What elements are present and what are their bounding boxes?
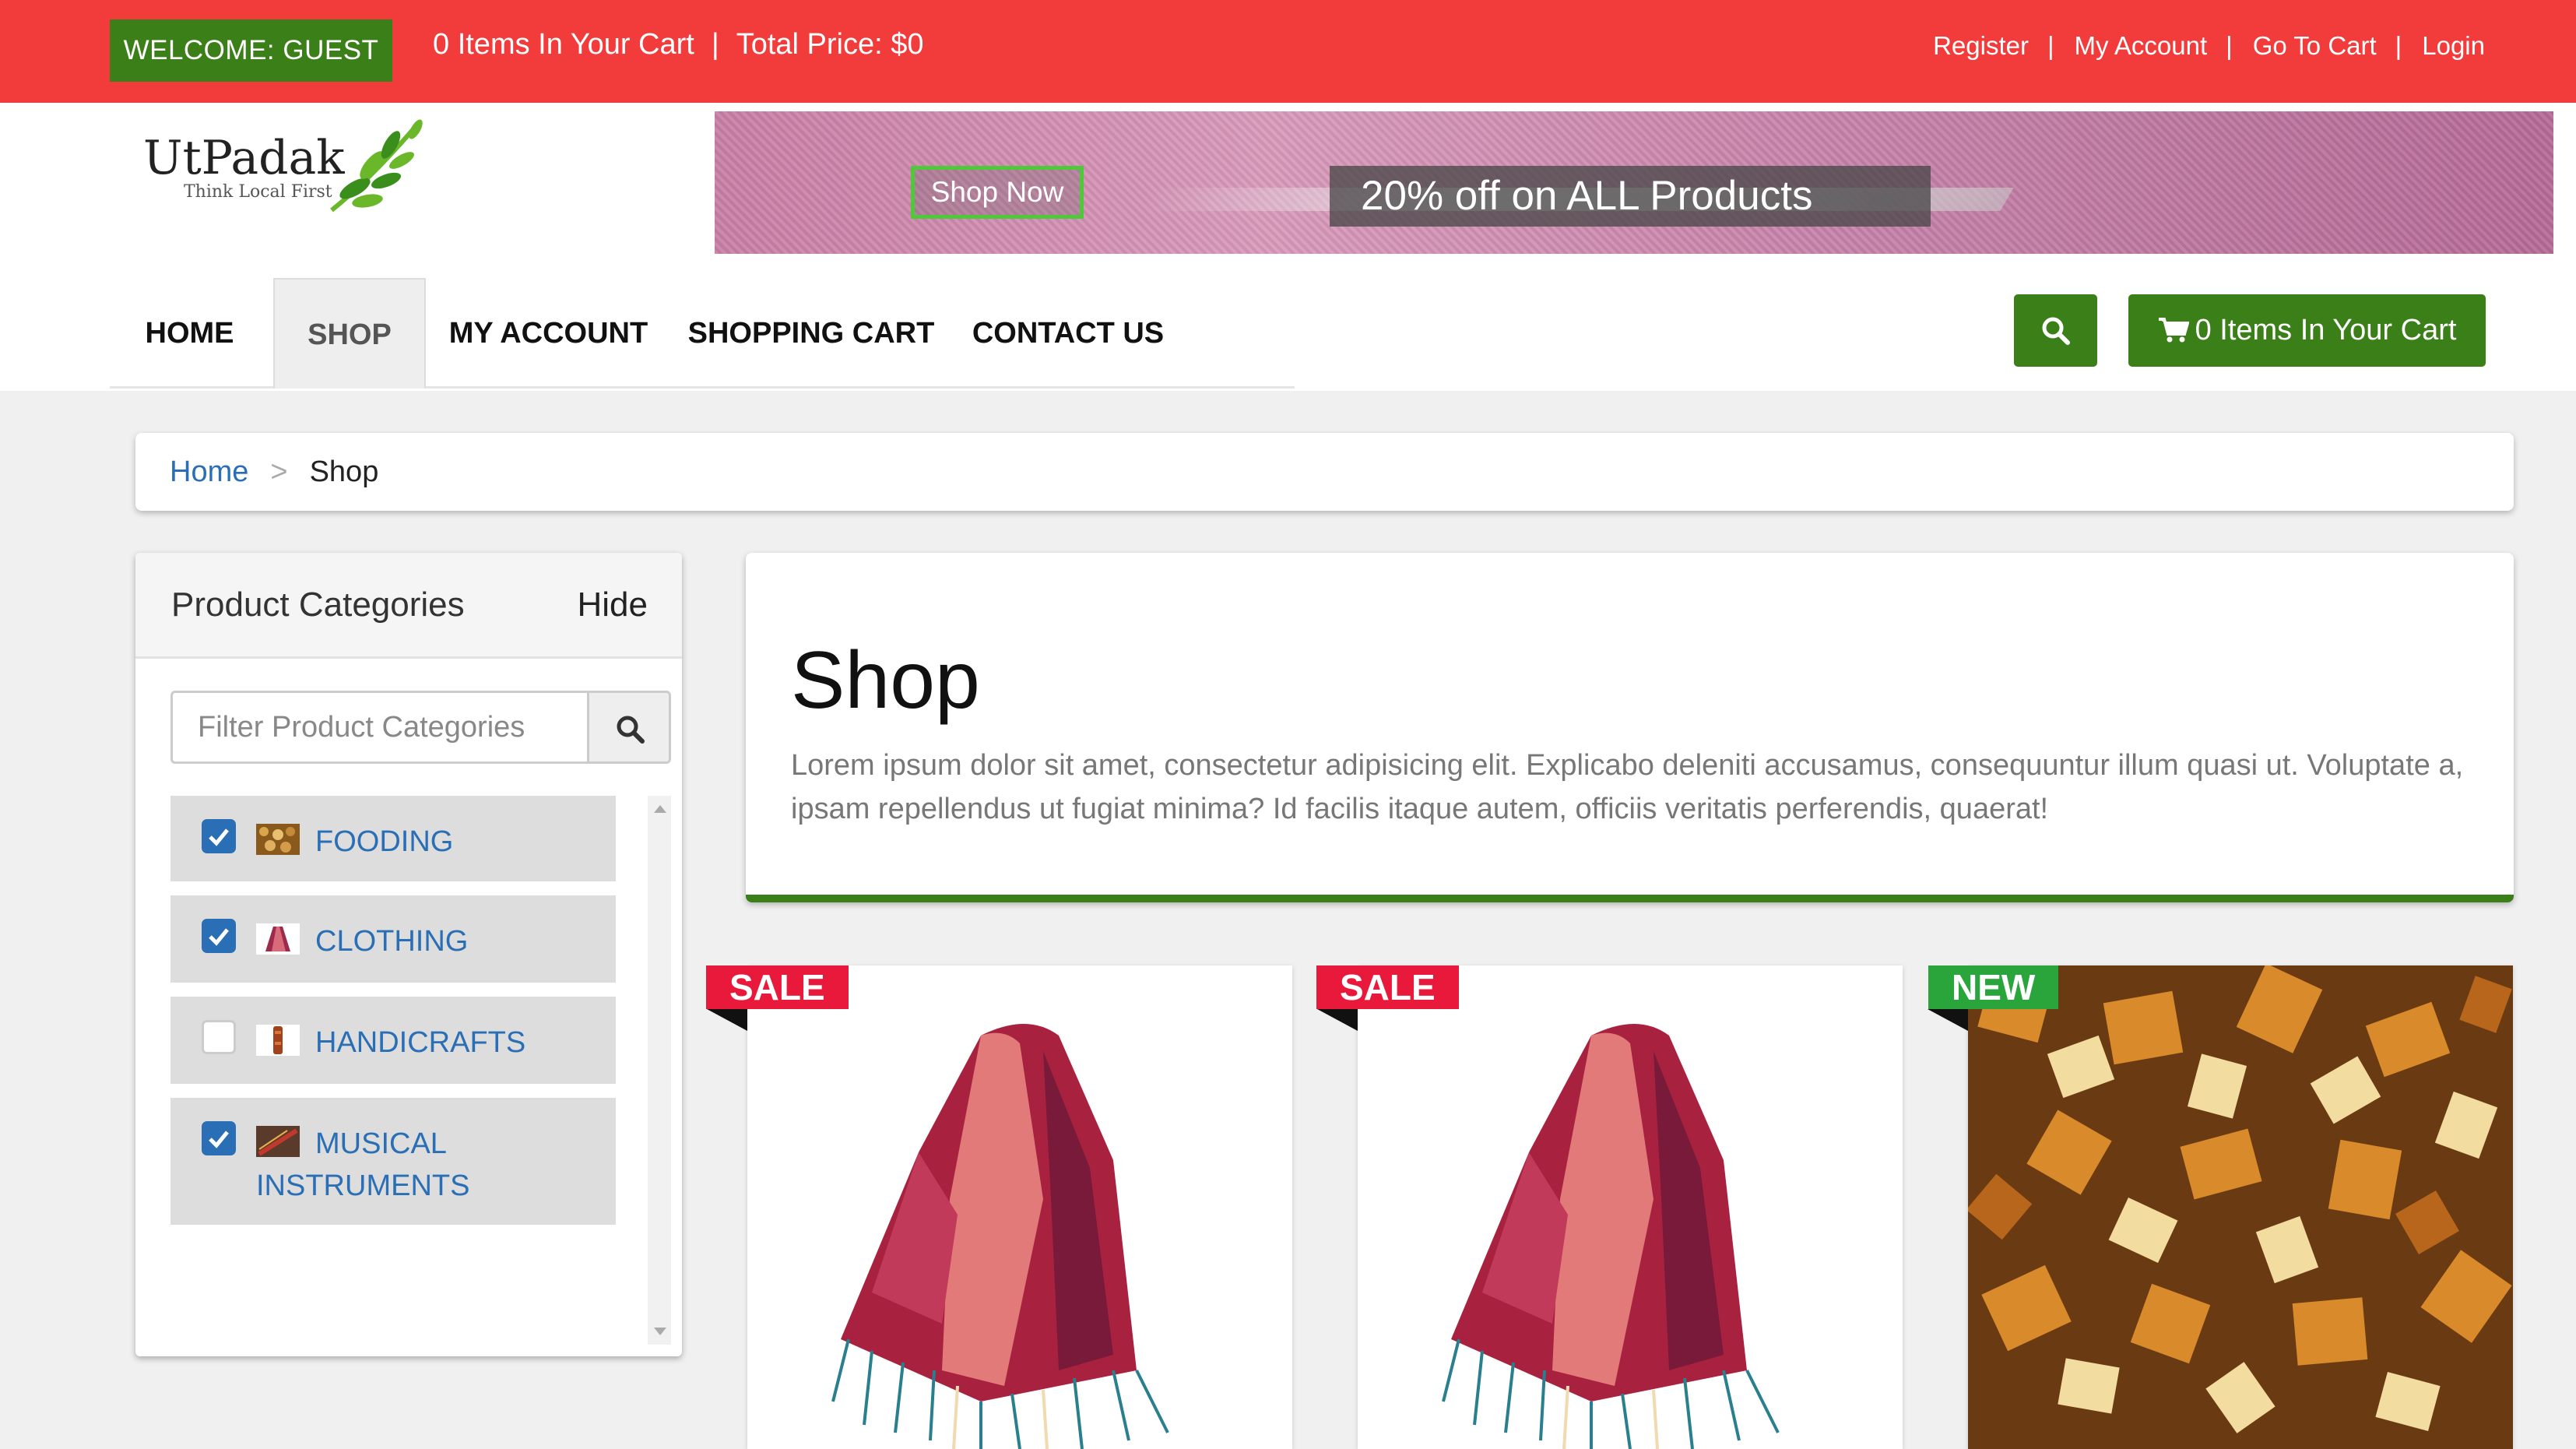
checkmark-icon	[209, 928, 229, 946]
promo-banner[interactable]: Shop Now 20% off on ALL Products	[715, 111, 2553, 254]
product-image-dried-cheese	[1968, 965, 2513, 1449]
page-title: Shop	[791, 635, 980, 726]
divider: |	[711, 28, 719, 61]
category-label: FOODING	[315, 825, 454, 858]
header-cart-button[interactable]: 0 Items In Your Cart	[2128, 294, 2486, 367]
shop-description: Lorem ipsum dolor sit amet, consectetur …	[791, 749, 2464, 825]
clothing-thumbnail	[256, 923, 300, 955]
new-badge: NEW	[1928, 965, 2059, 1009]
category-scrollbar[interactable]	[648, 796, 671, 1345]
category-checkbox[interactable]	[202, 1121, 236, 1155]
welcome-badge: WELCOME: GUEST	[110, 19, 392, 82]
sidebar-header: Product Categories Hide	[135, 553, 682, 659]
category-item-handicrafts[interactable]: HANDICRAFTS	[170, 997, 616, 1084]
breadcrumb-current: Shop	[309, 455, 379, 488]
product-card[interactable]	[1358, 965, 1903, 1449]
breadcrumb: Home > Shop	[135, 433, 2514, 511]
my-account-link[interactable]: My Account	[2075, 31, 2208, 60]
leaf-icon	[330, 119, 423, 213]
site-logo[interactable]: UtPadak Think Local First	[140, 117, 436, 218]
scroll-up-icon[interactable]	[654, 805, 666, 813]
logo-name: UtPadak	[143, 131, 345, 185]
promo-text: 20% off on ALL Products	[1330, 166, 1931, 227]
breadcrumb-home-link[interactable]: Home	[170, 455, 248, 488]
category-checkbox[interactable]	[202, 1020, 236, 1054]
search-icon	[617, 716, 645, 744]
product-card[interactable]	[747, 965, 1292, 1449]
account-links: Register | My Account | Go To Cart | Login	[1933, 31, 2485, 61]
search-icon	[2042, 317, 2070, 345]
category-checkbox[interactable]	[202, 919, 236, 953]
category-filter-input[interactable]	[170, 691, 588, 764]
category-item-fooding[interactable]: FOODING	[170, 796, 616, 881]
product-image-scarf	[1358, 965, 1903, 1449]
fooding-thumbnail	[256, 824, 300, 855]
sidebar-hide-toggle[interactable]: Hide	[578, 586, 648, 624]
sale-badge: SALE	[1316, 965, 1459, 1009]
checkmark-icon	[209, 828, 229, 846]
category-label: MUSICAL INSTRUMENTS	[256, 1123, 568, 1207]
main-nav: HOME SHOP MY ACCOUNT SHOPPING CART CONTA…	[110, 278, 1295, 389]
divider: |	[2395, 31, 2402, 60]
login-link[interactable]: Login	[2422, 31, 2485, 60]
badge-fold	[1317, 1009, 1358, 1031]
nav-my-account[interactable]: MY ACCOUNT	[426, 278, 671, 389]
category-label: CLOTHING	[315, 925, 469, 958]
total-price: Total Price: $0	[736, 28, 924, 61]
badge-fold	[1928, 1009, 1968, 1031]
divider: |	[2226, 31, 2233, 60]
category-sidebar: Product Categories Hide FOODING	[135, 553, 682, 1356]
shop-intro-panel: Shop Lorem ipsum dolor sit amet, consect…	[746, 553, 2514, 902]
nav-home[interactable]: HOME	[110, 278, 269, 389]
go-to-cart-link[interactable]: Go To Cart	[2253, 31, 2377, 60]
nav-shop[interactable]: SHOP	[273, 278, 426, 389]
sidebar-title: Product Categories	[171, 586, 465, 624]
divider: |	[2047, 31, 2054, 60]
nav-contact-us[interactable]: CONTACT US	[951, 278, 1185, 389]
product-card[interactable]	[1968, 965, 2513, 1449]
header-search-button[interactable]	[2014, 294, 2097, 367]
shop-now-button[interactable]: Shop Now	[911, 166, 1084, 219]
badge-fold	[707, 1009, 747, 1031]
category-label-line: INSTRUMENTS	[256, 1169, 470, 1202]
cart-items-count: 0 Items In Your Cart	[433, 28, 694, 61]
top-bar: WELCOME: GUEST 0 Items In Your Cart | Tota…	[0, 0, 2576, 103]
handicrafts-thumbnail	[256, 1025, 300, 1056]
sale-badge: SALE	[706, 965, 849, 1009]
category-label: HANDICRAFTS	[315, 1026, 526, 1059]
category-item-clothing[interactable]: CLOTHING	[170, 895, 616, 983]
category-item-musical-instruments[interactable]: MUSICAL INSTRUMENTS	[170, 1098, 616, 1225]
scroll-down-icon[interactable]	[654, 1328, 666, 1335]
shopping-cart-icon	[2158, 318, 2190, 343]
checkmark-icon	[209, 1131, 229, 1148]
category-label-line: MUSICAL	[315, 1127, 447, 1160]
cart-summary: 0 Items In Your Cart | Total Price: $0	[433, 28, 924, 62]
nav-shopping-cart[interactable]: SHOPPING CART	[671, 278, 951, 389]
category-checkbox[interactable]	[202, 819, 236, 853]
register-link[interactable]: Register	[1933, 31, 2029, 60]
category-filter-button[interactable]	[587, 691, 671, 764]
logo-tagline: Think Local First	[184, 182, 332, 202]
header-cart-label: 0 Items In Your Cart	[2195, 314, 2457, 346]
product-image-scarf	[747, 965, 1292, 1449]
breadcrumb-separator: >	[270, 455, 288, 488]
